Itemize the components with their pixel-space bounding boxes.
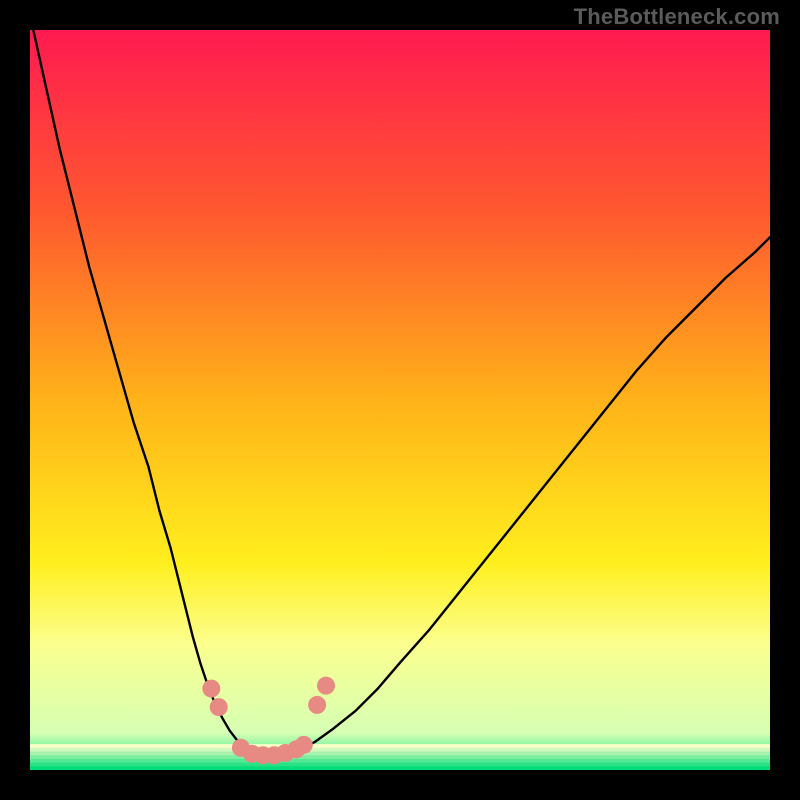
bottleneck-chart <box>30 30 770 770</box>
highlight-point <box>317 677 335 695</box>
green-band-stripe <box>30 744 770 748</box>
highlight-point <box>295 736 313 754</box>
green-band-stripe <box>30 766 770 770</box>
green-band-stripe <box>30 752 770 756</box>
highlight-point <box>210 698 228 716</box>
frame: TheBottleneck.com <box>0 0 800 800</box>
green-band-stripe <box>30 763 770 767</box>
green-band-stripe <box>30 748 770 752</box>
plot-area <box>30 30 770 770</box>
gradient-background <box>30 30 770 770</box>
green-band-stripe <box>30 755 770 759</box>
highlight-point <box>308 696 326 714</box>
highlight-point <box>202 680 220 698</box>
attribution-label: TheBottleneck.com <box>574 4 780 30</box>
green-band-stripe <box>30 759 770 763</box>
